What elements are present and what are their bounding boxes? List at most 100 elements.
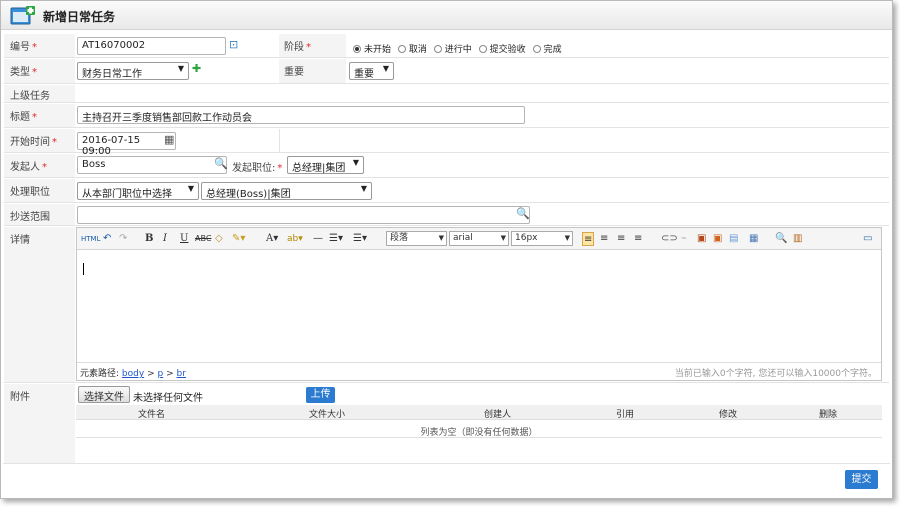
undo-icon[interactable]: ↶ [103,232,111,246]
italic-icon[interactable]: I [163,232,167,246]
radio-icon [433,45,442,53]
parent-label: 上级任务 [4,85,75,102]
chevron-down-icon: ▼ [382,64,389,73]
radio-icon [397,45,406,53]
rich-text-editor: HTML ↶ ↷ B I U ABC ◇ ✎▾ A▾ ab▾ — ☰▾ ☰▾ 段… [76,227,882,381]
radio-icon [532,45,541,53]
stage-option-4[interactable]: 完成 [532,45,562,55]
editor-content-area[interactable] [77,250,881,362]
eraser-icon[interactable]: ◇ [215,232,223,246]
chevron-down-icon: ▼ [438,234,444,242]
row-start: 开始时间 * 2016-07-15 09:00 ▦ [4,129,889,157]
align-right-icon[interactable]: ≡ [617,232,625,246]
insert-picture-icon[interactable]: ▣ [713,232,722,246]
code-field[interactable]: AT16070002 [77,37,226,55]
bold-icon[interactable]: B [145,232,153,246]
underline-icon[interactable]: U [180,232,188,246]
title-field[interactable]: 主持召开三季度销售部回款工作动员会 [77,106,525,124]
paragraph-select[interactable]: 段落 ▼ [386,231,447,246]
horizontal-rule-icon[interactable]: — [313,232,323,246]
stage-option-0[interactable]: 未开始 [353,45,391,55]
upload-button[interactable]: 上传 [306,387,335,403]
type-label: 类型 * [4,59,75,83]
table-icon[interactable]: ▦ [749,232,758,246]
importance-label: 重要 [279,59,346,83]
start-time-field[interactable]: 2016-07-15 09:00 [77,132,176,157]
align-center-icon[interactable]: ≡ [600,232,608,246]
row-type: 类型 * 财务日常工作 ▼ ✚ 重要 重要 ▼ [4,59,889,84]
paste-icon[interactable]: ▥ [793,232,802,246]
radio-icon [478,45,487,53]
chevron-down-icon: ▼ [564,234,570,242]
attachment-icon[interactable]: ▤ [729,232,738,246]
radio-selected-icon [353,45,361,53]
col-filename: 文件名 [138,410,166,420]
stage-option-3[interactable]: 提交验收 [478,45,526,55]
stage-option-1[interactable]: 取消 [397,45,427,55]
add-task-icon [10,6,35,25]
importance-select[interactable]: 重要 ▼ [349,62,394,80]
submit-button[interactable]: 提交 [845,470,878,489]
font-color-icon[interactable]: A▾ [266,232,278,246]
path-item-p[interactable]: p [157,369,163,379]
fullscreen-icon[interactable]: ▭ [863,232,872,246]
path-label: 元素路径: [80,369,120,379]
stage-label: 阶段 * [279,34,346,57]
title-bar: 新增日常任务 [1,1,892,30]
unordered-list-icon[interactable]: ☰▾ [353,232,367,246]
char-count: 当前已输入0个字符, 您还可以输入10000个字符。 [674,369,877,379]
format-painter-icon[interactable]: ✎▾ [232,232,245,246]
stage-option-2[interactable]: 进行中 [433,45,472,55]
cc-field[interactable] [77,206,530,224]
font-family-select[interactable]: arial ▼ [449,231,509,246]
path-item-body[interactable]: body [122,369,144,379]
initiator-pos-label: 发起职位: * [232,163,283,174]
handler-pos-select[interactable]: 总经理(Boss)|集团 ▼ [201,182,372,200]
calendar-icon[interactable]: ▦ [164,133,174,146]
path-item-br[interactable]: br [177,369,186,379]
chevron-down-icon: ▼ [500,234,506,242]
type-select[interactable]: 财务日常工作 ▼ [77,62,189,80]
row-initiator: 发起人 * Boss 🔍 发起职位: * 总经理|集团 ▼ [4,154,889,178]
handler-dept-select[interactable]: 从本部门职位中选择 ▼ [77,182,199,200]
ordered-list-icon[interactable]: ☰▾ [329,232,343,246]
detail-label: 详情 [4,227,75,382]
image-icon[interactable]: ▣ [697,232,706,246]
search-icon[interactable]: 🔍 [516,207,530,220]
font-size-select[interactable]: 16px ▼ [511,231,573,246]
initiator-pos-select[interactable]: 总经理|集团 ▼ [287,156,364,174]
strikethrough-icon[interactable]: ABC [195,232,211,246]
highlight-icon[interactable]: ab▾ [287,232,303,246]
link-icon[interactable]: ⊂⊃ [661,232,678,246]
row-handler: 处理职位 从本部门职位中选择 ▼ 总经理(Boss)|集团 ▼ [4,179,889,203]
col-delete: 删除 [819,410,838,420]
initiator-field[interactable]: Boss [77,156,227,174]
title-label: 标题 * [4,104,75,127]
table-header: 文件名 文件大小 创建人 引用 修改 删除 [76,405,882,420]
justify-icon[interactable]: ≡ [634,232,642,246]
col-filesize: 文件大小 [309,410,346,420]
handler-pos-label: 处理职位 [4,179,75,202]
divider [279,129,280,152]
html-source-icon[interactable]: HTML [81,232,100,246]
no-file-text: 未选择任何文件 [133,393,203,404]
chevron-down-icon: ▼ [360,184,367,193]
col-creator: 创建人 [484,410,512,420]
find-icon[interactable]: 🔍 [775,232,787,246]
col-modify: 修改 [719,410,738,420]
editor-toolbar: HTML ↶ ↷ B I U ABC ◇ ✎▾ A▾ ab▾ — ☰▾ ☰▾ 段… [77,228,881,250]
unlink-icon[interactable]: ⌁ [681,232,687,246]
col-reference: 引用 [616,410,635,420]
chevron-down-icon: ▼ [352,158,359,167]
add-type-icon[interactable]: ✚ [192,62,201,75]
cc-label: 抄送范围 [4,204,75,225]
redo-icon[interactable]: ↷ [119,232,127,246]
choose-file-button[interactable]: 选择文件 [78,386,130,403]
footer [3,463,890,498]
row-cc: 抄送范围 🔍 [4,204,889,226]
refresh-icon[interactable]: ⊡ [229,38,238,51]
path-separator: > [166,369,174,379]
search-icon[interactable]: 🔍 [214,157,228,170]
align-left-icon[interactable]: ≡ [582,232,595,246]
code-label: 编号 * [4,34,75,57]
